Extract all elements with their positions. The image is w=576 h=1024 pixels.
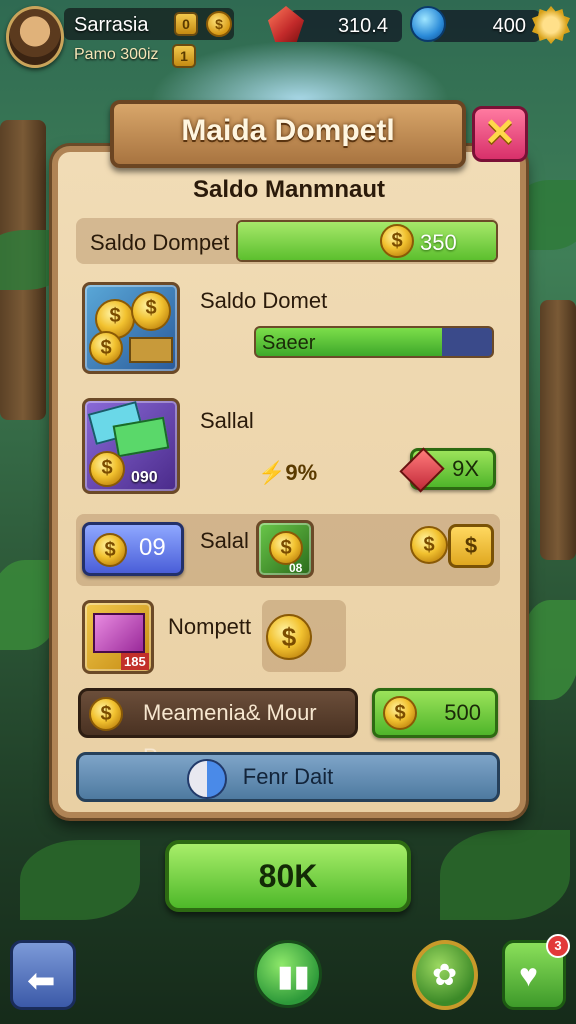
close-button[interactable]: ✕ (472, 106, 528, 162)
messages-button[interactable]: $ Meamenia& Mour Pas (78, 688, 358, 769)
jungle-leaf (0, 560, 60, 650)
coin-icon: $ (93, 533, 127, 567)
messages-buy-label: 500 (444, 700, 481, 725)
coin-icon: $ (269, 531, 303, 565)
coin-icon: $ (89, 697, 123, 731)
balance-value: 350 (420, 230, 457, 255)
player-subtitle: Pamo 300iz (74, 46, 159, 63)
coin-icon: $ (89, 331, 123, 365)
blue-gem-icon (410, 6, 446, 42)
balance-bar-fill (238, 222, 496, 260)
gift-icon: ♥ (519, 957, 538, 993)
item-3-label: Salal (200, 528, 249, 553)
notification-badge: 3 (546, 934, 570, 958)
coin-chest-icon[interactable]: $ 08 (256, 520, 314, 578)
item-2-label: Sallal (200, 408, 254, 433)
form-button[interactable]: Fenr Dait (76, 752, 500, 802)
level-badge: 0 (174, 12, 198, 36)
balance-bar (236, 220, 498, 262)
jungle-leaf (520, 600, 576, 700)
coin-stack-icon[interactable]: $ $ $ (82, 282, 180, 374)
item-3-coin-value: 09 (139, 534, 166, 561)
item-1-progress: Saeer (254, 326, 494, 358)
tree-trunk-right (540, 300, 576, 560)
form-button-label: Fenr Dait (242, 764, 334, 789)
messages-buy-button[interactable]: $ 500 (372, 688, 498, 738)
resource-ruby-counter: 310.4 (290, 10, 402, 42)
coin-icon: $ (410, 526, 448, 564)
item-1-progress-label: Saeer (262, 332, 316, 354)
sub-badge: 1 (172, 44, 196, 68)
cash-bundle-icon[interactable]: $ 090 (82, 398, 180, 494)
stats-button[interactable]: ▮▮ (254, 940, 322, 1008)
coin-icon: $ (89, 451, 125, 487)
cash-box-tag: 185 (121, 653, 149, 670)
gold-bars-icon (129, 337, 173, 363)
bars-icon: ▮▮ (277, 960, 311, 993)
player-name: Sarrasia (74, 14, 149, 36)
coin-icon: $ (131, 291, 171, 331)
cash-box-icon[interactable]: 185 (82, 600, 154, 674)
resource-gem-counter: 400 (430, 10, 540, 42)
dialog-title: Maida Dompetl (181, 114, 395, 147)
arrow-left-icon: ⬅ (27, 962, 56, 1000)
jungle-leaf (440, 830, 570, 920)
gear-icon: ✿ (432, 959, 458, 992)
item-1-label: Saldo Domet (200, 288, 328, 313)
balance-label: Saldo Dompet (90, 230, 230, 255)
item-2-buy-label: 9X (452, 456, 479, 481)
item-2-stat: ⚡9% (258, 460, 318, 485)
coin-chest-tag: 08 (289, 561, 303, 575)
coin-icon: $ (206, 11, 232, 37)
ok-button[interactable]: 80K (165, 840, 411, 912)
cash-bundle-tag: 090 (131, 469, 158, 486)
gift-box-icon (93, 613, 145, 653)
coin-icon: $ (383, 696, 417, 730)
map-button[interactable]: ✿ (412, 940, 478, 1010)
back-button[interactable]: ⬅ (10, 940, 76, 1010)
item-2-buy-button[interactable]: 9X (399, 447, 496, 493)
coin-icon: $ (380, 224, 414, 258)
item-3-coin-button[interactable]: $ 09 (82, 522, 184, 576)
item-4-label: Nompett (168, 614, 252, 639)
compass-icon (187, 759, 227, 799)
item-3-claim-button[interactable]: $ (448, 524, 494, 568)
coin-icon[interactable]: $ (266, 614, 312, 660)
jungle-leaf (20, 840, 140, 920)
top-hud: Sarrasia 0 $ Pamo 300iz 1 310.4 400 (0, 0, 576, 80)
player-avatar[interactable] (6, 6, 64, 68)
dialog-subtitle: Saldo Manmnaut (192, 176, 385, 203)
